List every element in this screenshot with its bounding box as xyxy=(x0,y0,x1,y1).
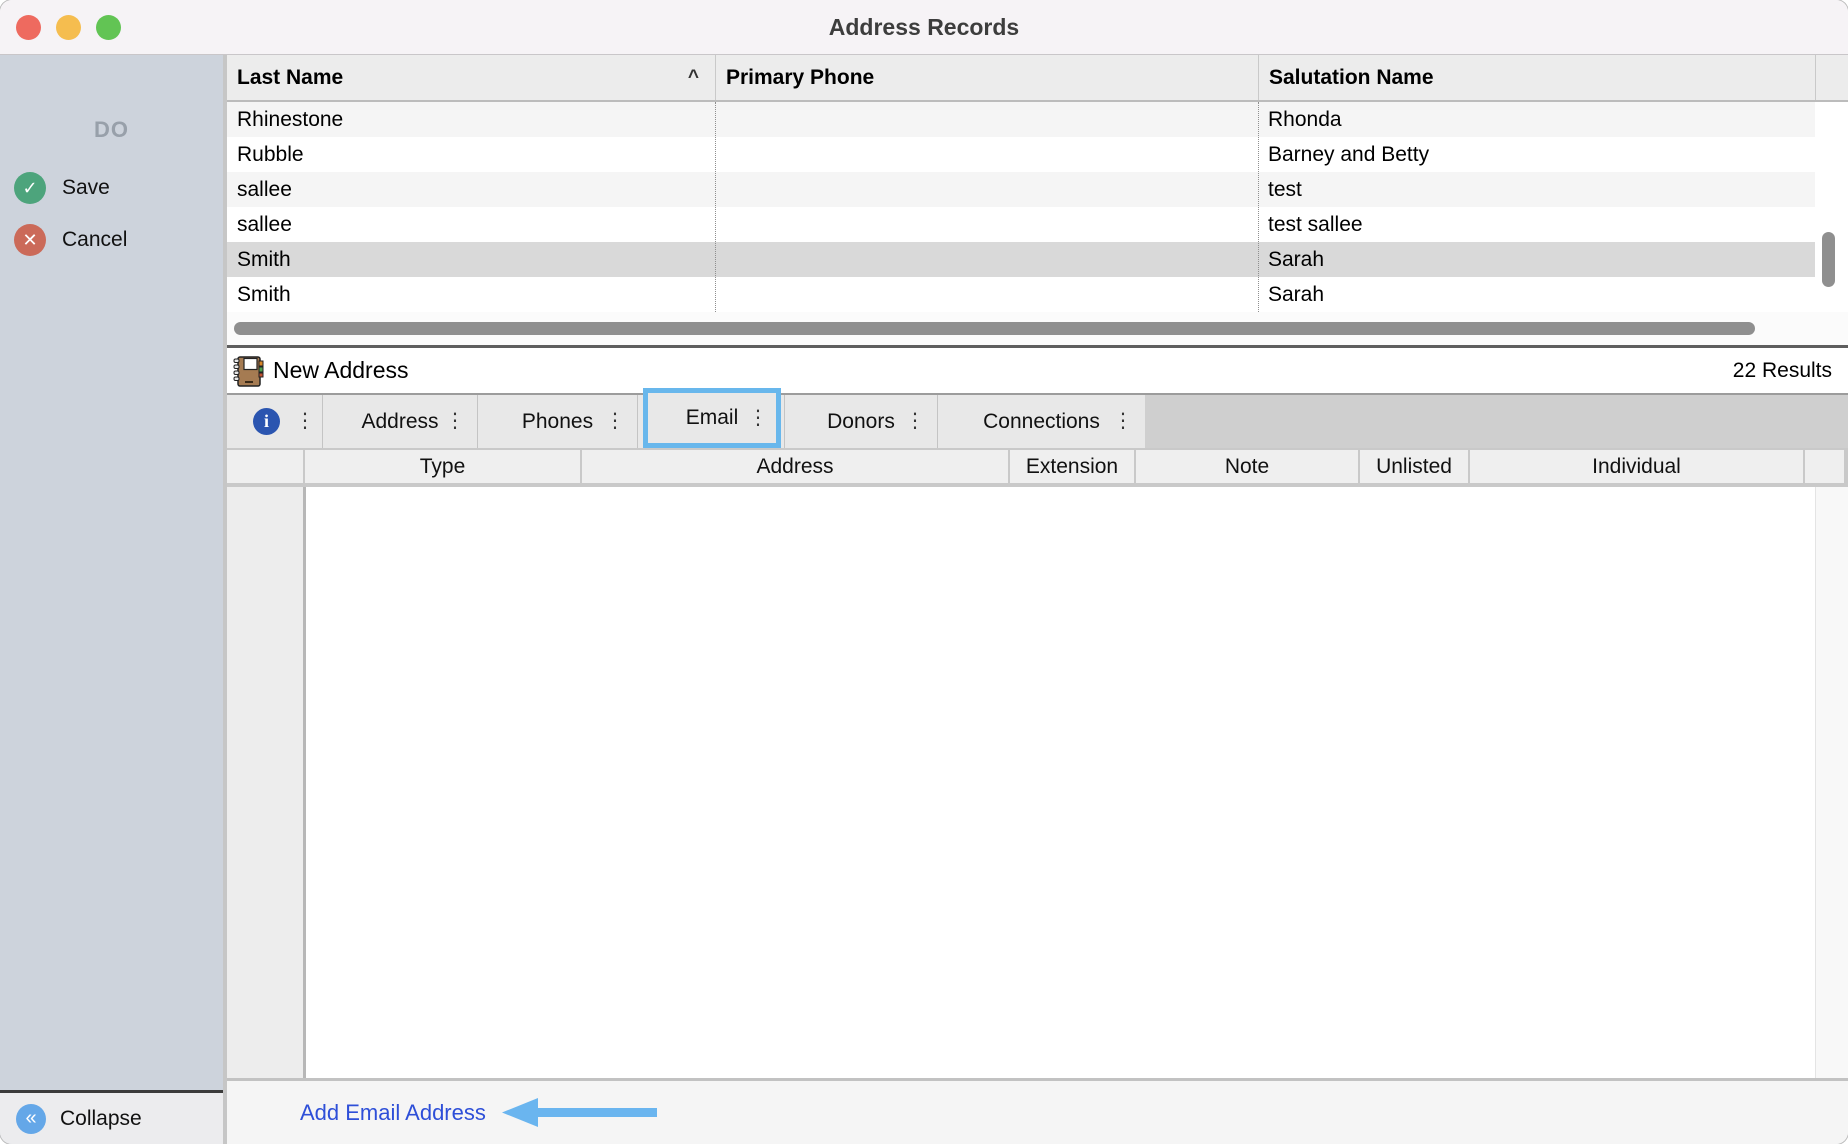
cell-salutation: test sallee xyxy=(1258,207,1815,242)
info-icon: i xyxy=(253,408,280,435)
tab-donors[interactable]: Donors ⋮ xyxy=(784,395,937,448)
cancel-button-label: Cancel xyxy=(62,219,127,261)
tab-menu-dots[interactable]: ⋮ xyxy=(748,393,768,443)
annotation-arrow-icon xyxy=(502,1097,662,1133)
column-header-spacer xyxy=(1815,55,1848,100)
save-button[interactable]: ✓ Save xyxy=(0,167,223,209)
tab-menu-dots[interactable]: ⋮ xyxy=(445,395,465,448)
email-table-body[interactable] xyxy=(227,487,1848,1078)
footer-bar: Add Email Address xyxy=(227,1081,1848,1144)
horizontal-scrollbar[interactable] xyxy=(227,312,1848,345)
save-button-label: Save xyxy=(62,167,110,209)
vertical-scrollbar-thumb[interactable] xyxy=(1822,232,1835,287)
cell-primary-phone xyxy=(715,277,1258,312)
column-header-note[interactable]: Note xyxy=(1136,450,1358,483)
address-records-window: Address Records DO ✓ Save ✕ Cancel « Col… xyxy=(0,0,1848,1144)
table-row[interactable]: Rubble Barney and Betty xyxy=(227,137,1815,172)
vertical-scrollbar[interactable] xyxy=(1815,102,1848,312)
results-table-header: Last Name ^ Primary Phone Salutation Nam… xyxy=(227,55,1848,102)
tab-menu-dots[interactable]: ⋮ xyxy=(295,395,315,448)
horizontal-scrollbar-thumb[interactable] xyxy=(234,322,1755,335)
record-title: New Address xyxy=(273,348,409,393)
salutation-name-header-label: Salutation Name xyxy=(1269,66,1434,89)
cell-salutation: Sarah xyxy=(1258,277,1815,312)
column-separator xyxy=(715,102,716,312)
last-name-header-label: Last Name xyxy=(237,66,343,89)
save-check-icon: ✓ xyxy=(14,172,46,204)
cell-last-name: Smith xyxy=(227,242,715,277)
table-row[interactable]: sallee test xyxy=(227,172,1815,207)
tab-address[interactable]: Address ⋮ xyxy=(322,395,477,448)
column-separator xyxy=(1258,102,1259,312)
gutter-border xyxy=(303,487,306,1078)
tab-menu-dots[interactable]: ⋮ xyxy=(605,395,625,448)
table-row[interactable]: sallee test sallee xyxy=(227,207,1815,242)
primary-phone-header-label: Primary Phone xyxy=(726,66,874,89)
tab-connections-label: Connections xyxy=(983,410,1100,433)
cell-salutation: Barney and Betty xyxy=(1258,137,1815,172)
tab-connections[interactable]: Connections ⋮ xyxy=(937,395,1145,448)
table-row-selected[interactable]: Smith Sarah xyxy=(227,242,1815,277)
tab-menu-dots[interactable]: ⋮ xyxy=(1113,395,1133,448)
column-header-spacer xyxy=(1805,450,1844,483)
cancel-button[interactable]: ✕ Cancel xyxy=(0,219,223,261)
cell-primary-phone xyxy=(715,137,1258,172)
tab-bar: i ⋮ Address ⋮ Phones ⋮ Donors ⋮ Connecti… xyxy=(227,393,1848,448)
cell-primary-phone xyxy=(715,102,1258,137)
collapse-chevrons-icon: « xyxy=(16,1104,46,1134)
column-header-unlisted[interactable]: Unlisted xyxy=(1360,450,1468,483)
cell-salutation: Rhonda xyxy=(1258,102,1815,137)
column-header-salutation-name[interactable]: Salutation Name xyxy=(1258,55,1815,100)
do-section-label: DO xyxy=(0,117,223,143)
cancel-x-icon: ✕ xyxy=(14,224,46,256)
cell-salutation: Sarah xyxy=(1258,242,1815,277)
table-row[interactable]: Smith Sarah xyxy=(227,277,1815,312)
cell-primary-phone xyxy=(715,172,1258,207)
column-header-primary-phone[interactable]: Primary Phone xyxy=(715,55,1258,100)
add-email-address-link[interactable]: Add Email Address xyxy=(300,1081,486,1144)
sort-ascending-icon: ^ xyxy=(688,55,699,100)
cell-primary-phone xyxy=(715,242,1258,277)
cell-last-name: Rhinestone xyxy=(227,102,715,137)
tab-donors-label: Donors xyxy=(827,410,895,433)
collapse-button[interactable]: « Collapse xyxy=(0,1090,223,1144)
collapse-button-label: Collapse xyxy=(60,1093,142,1144)
window-title: Address Records xyxy=(0,0,1848,55)
cell-primary-phone xyxy=(715,207,1258,242)
column-header-individual[interactable]: Individual xyxy=(1470,450,1803,483)
cell-last-name: sallee xyxy=(227,172,715,207)
results-count: 22 Results xyxy=(1733,348,1832,393)
info-button[interactable]: i ⋮ xyxy=(227,395,322,448)
column-header-extension[interactable]: Extension xyxy=(1010,450,1134,483)
sidebar: DO ✓ Save ✕ Cancel xyxy=(0,55,223,1144)
email-table-row-gutter xyxy=(227,487,303,1078)
tab-menu-dots[interactable]: ⋮ xyxy=(905,395,925,448)
cell-salutation: test xyxy=(1258,172,1815,207)
titlebar: Address Records xyxy=(0,0,1848,55)
column-header-address[interactable]: Address xyxy=(582,450,1008,483)
email-table-scroll-gutter xyxy=(1815,487,1848,1078)
tab-address-label: Address xyxy=(361,410,438,433)
table-row[interactable]: Rhinestone Rhonda xyxy=(227,102,1815,137)
address-book-icon xyxy=(231,353,267,394)
cell-last-name: Rubble xyxy=(227,137,715,172)
column-header-type[interactable]: Type xyxy=(305,450,580,483)
tab-phones-label: Phones xyxy=(522,410,593,433)
column-header-row-gutter xyxy=(227,450,303,483)
tab-phones[interactable]: Phones ⋮ xyxy=(477,395,637,448)
cell-last-name: Smith xyxy=(227,277,715,312)
cell-last-name: sallee xyxy=(227,207,715,242)
email-table-header: Type Address Extension Note Unlisted Ind… xyxy=(227,448,1848,487)
column-header-last-name[interactable]: Last Name ^ xyxy=(227,55,715,100)
tab-email-active[interactable]: Email ⋮ xyxy=(643,388,781,448)
record-header-bar: New Address 22 Results xyxy=(227,348,1848,393)
